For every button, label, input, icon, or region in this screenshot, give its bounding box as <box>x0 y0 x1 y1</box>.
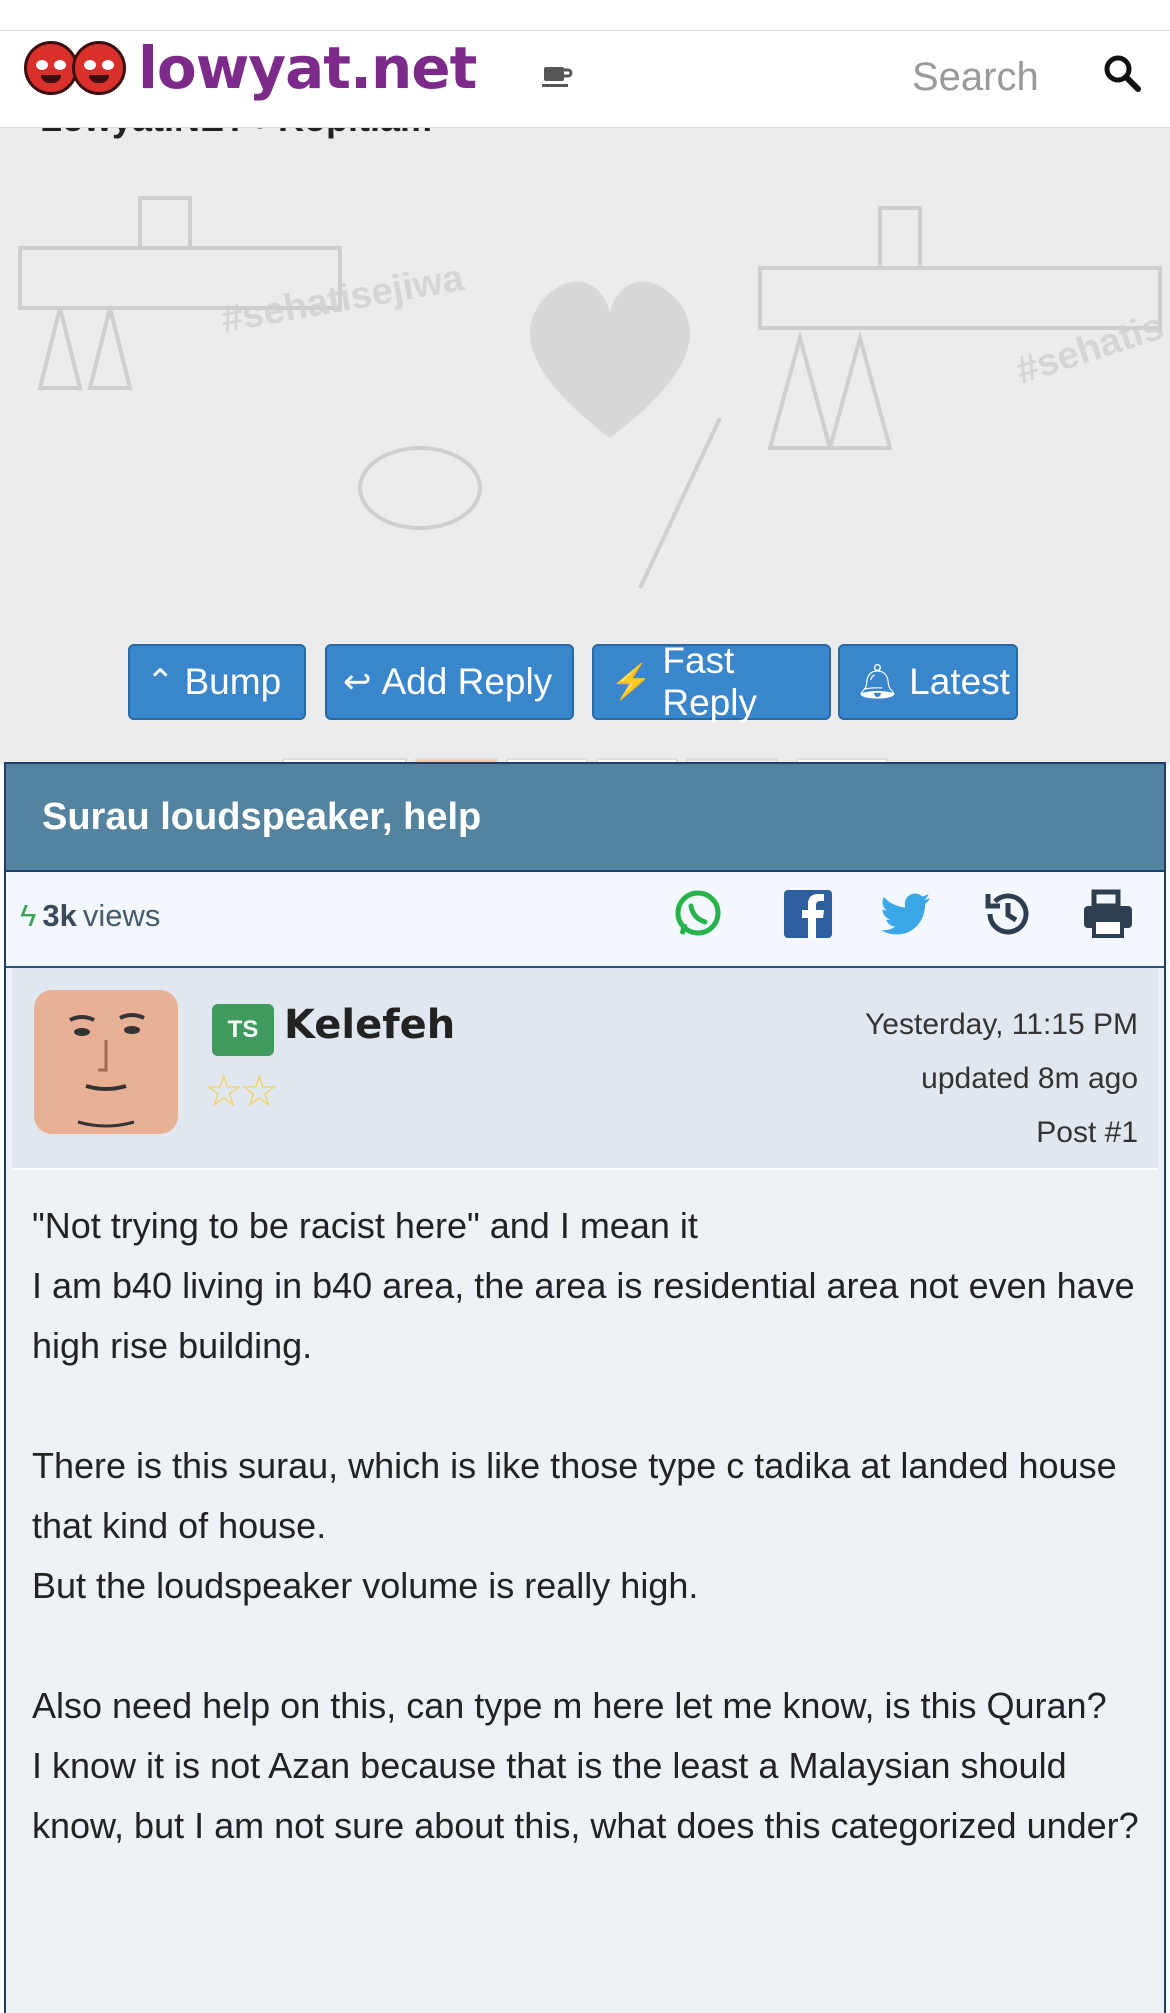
bump-label: Bump <box>184 661 282 702</box>
post-text-line: Also need help on this, can type m here … <box>32 1685 1107 1726</box>
post-username[interactable]: Kelefeh <box>284 1002 455 1048</box>
post-text-line: I am b40 living in b40 area, the area is… <box>32 1265 1135 1366</box>
topic-starter-badge: TS <box>212 1004 274 1056</box>
site-logo[interactable]: lowyat.net <box>24 34 477 102</box>
search-icon[interactable] <box>1100 51 1144 95</box>
bell-icon: 🔔︎ <box>856 663 900 701</box>
fast-reply-label: Fast Reply <box>662 640 757 723</box>
post-text-line: There is this surau, which is like those… <box>32 1445 1117 1546</box>
coffee-cup-icon[interactable] <box>541 61 573 91</box>
views-number: 3k <box>42 898 77 933</box>
kopitiam-banner: Lowyat.NET › Kopitiam #sehatisejiwa #seh… <box>0 128 1170 764</box>
latest-label: Latest <box>909 661 1010 702</box>
post-text-line: But the loudspeaker volume is really hig… <box>32 1565 699 1606</box>
fast-reply-button[interactable]: ⚡ Fast Reply <box>592 640 831 723</box>
bump-button[interactable]: ⌃ Bump <box>128 644 306 720</box>
site-header: lowyat.net Search <box>0 31 1170 128</box>
status-strip <box>0 0 1170 31</box>
reply-arrow-icon: ↩ <box>343 663 372 701</box>
logo-mascot-icon <box>24 41 126 95</box>
twitter-icon[interactable] <box>878 886 934 942</box>
post-header: TS Kelefeh ☆☆ Yesterday, 11:15 PM update… <box>12 968 1158 1170</box>
print-icon[interactable] <box>1080 886 1136 942</box>
avatar[interactable] <box>34 990 178 1134</box>
topic-meta-bar: ϟ 3k views <box>6 872 1164 968</box>
topic-title: Surau loudspeaker, help <box>6 764 1164 872</box>
facebook-icon[interactable] <box>780 886 836 942</box>
post-text-line: "Not trying to be racist here" and I mea… <box>32 1205 698 1246</box>
post-text-line: I know it is not Azan because that is th… <box>32 1745 1139 1846</box>
search-input[interactable]: Search <box>912 55 1039 100</box>
views-label: views <box>82 898 161 933</box>
logo-text: lowyat.net <box>138 34 477 102</box>
history-icon[interactable] <box>980 886 1036 942</box>
rank-stars-icon: ☆☆ <box>204 1067 279 1116</box>
view-count: ϟ 3k views <box>20 898 160 934</box>
breadcrumb[interactable]: Lowyat.NET › Kopitiam <box>40 128 432 140</box>
banner-illustration <box>18 196 1162 589</box>
whatsapp-icon[interactable] <box>670 886 726 942</box>
post-updated: updated 8m ago <box>921 1062 1138 1095</box>
add-reply-label: Add Reply <box>381 661 553 702</box>
lightning-icon: ϟ <box>20 898 37 933</box>
topic-panel: Surau loudspeaker, help ϟ 3k views TS Ke… <box>4 762 1166 2013</box>
lightning-icon: ⚡ <box>610 663 653 701</box>
post-number[interactable]: Post #1 <box>865 1106 1138 1160</box>
post-info: Yesterday, 11:15 PM updated 8m ago Post … <box>865 998 1138 1160</box>
add-reply-button[interactable]: ↩ Add Reply <box>325 644 574 720</box>
post-content: "Not trying to be racist here" and I mea… <box>32 1196 1142 1856</box>
chevron-up-icon: ⌃ <box>146 663 175 701</box>
latest-button[interactable]: 🔔︎ Latest <box>838 644 1018 720</box>
post-time: Yesterday, 11:15 PM <box>865 1008 1138 1041</box>
